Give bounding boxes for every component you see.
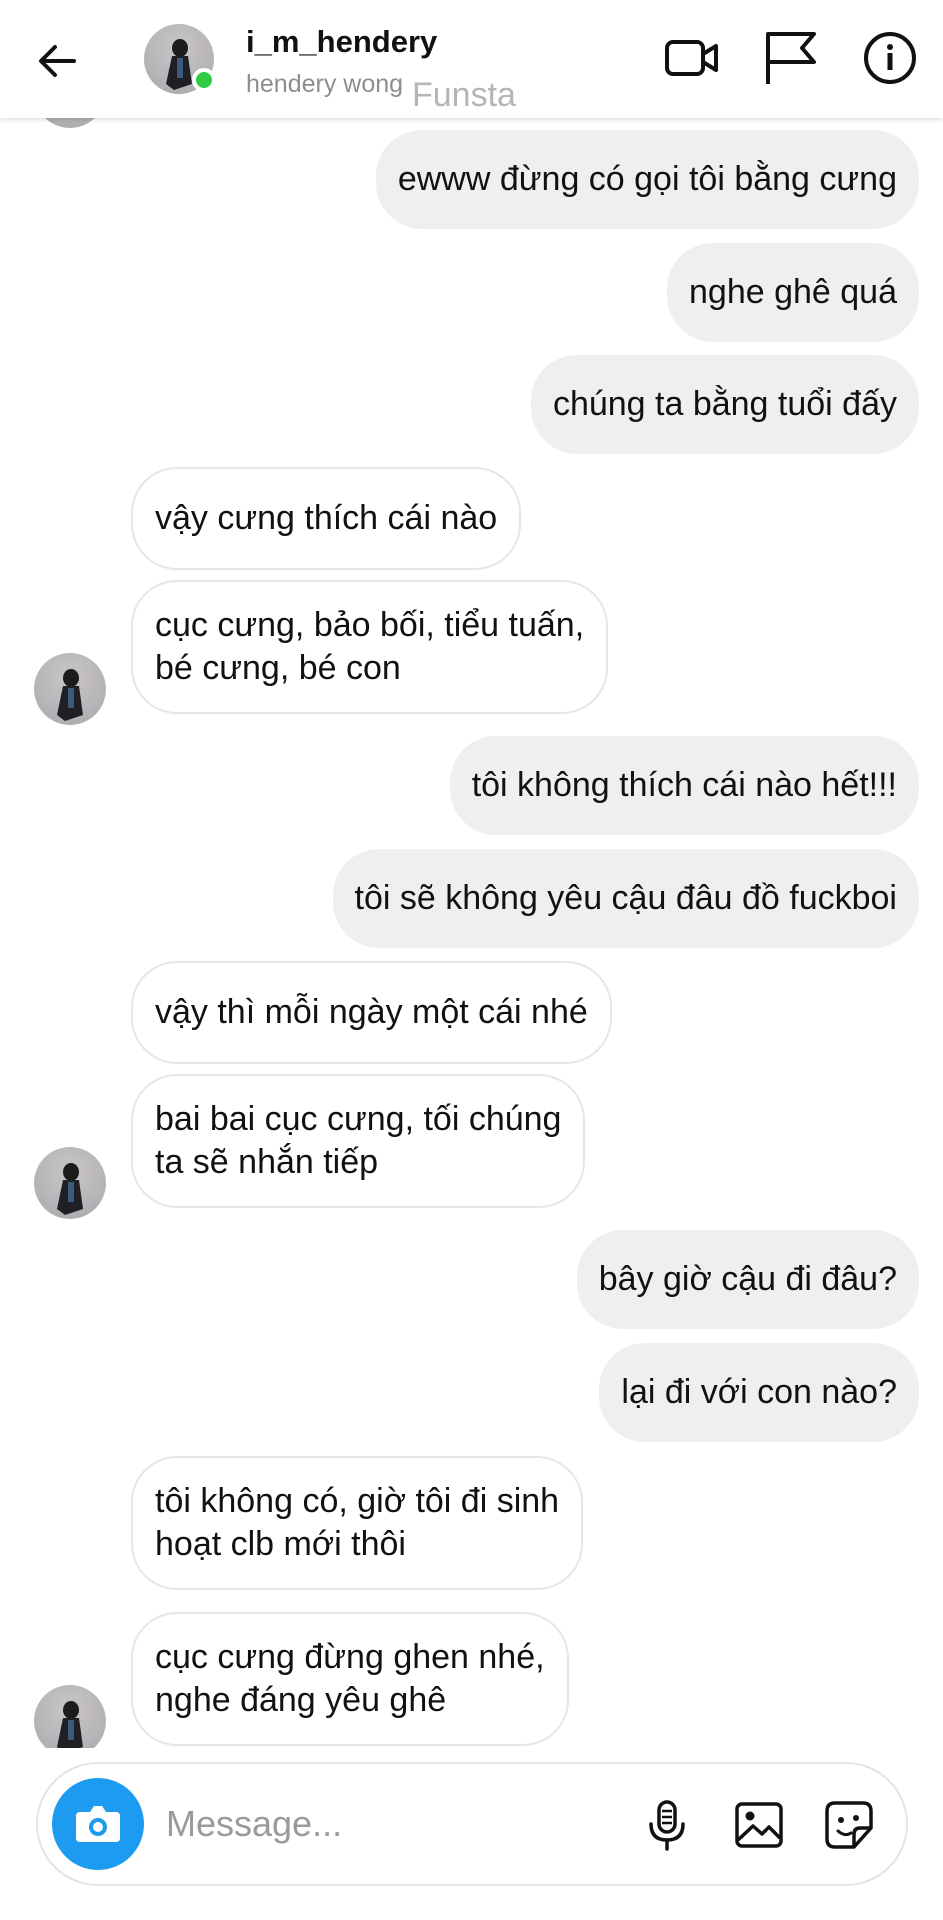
voice-message-button[interactable] bbox=[636, 1794, 698, 1856]
report-button[interactable] bbox=[758, 26, 822, 90]
message-thread[interactable]: ewww đừng có gọi tôi bằng cưng nghe ghê … bbox=[0, 118, 943, 1748]
video-call-icon bbox=[665, 40, 718, 76]
info-icon bbox=[864, 32, 916, 84]
chat-screen: i_m_hendery hendery wong Funsta ewww đừn bbox=[0, 0, 943, 1920]
contact-full-name: hendery wong bbox=[246, 70, 404, 98]
microphone-icon bbox=[649, 1800, 685, 1851]
message-bubble-incoming[interactable]: cục cưng, bảo bối, tiểu tuấn, bé cưng, b… bbox=[131, 580, 609, 714]
message-bubble-incoming[interactable]: vậy thì mỗi ngày một cái nhé bbox=[131, 961, 612, 1064]
back-arrow-icon bbox=[39, 45, 76, 77]
message-line: bé cưng, bé con bbox=[155, 649, 401, 687]
message-bubble-outgoing[interactable]: lại đi với con nào? bbox=[599, 1343, 919, 1442]
message-bubble-outgoing[interactable]: ewww đừng có gọi tôi bằng cưng bbox=[375, 130, 919, 229]
camera-icon bbox=[76, 1806, 120, 1842]
message-line: tôi không có, giờ tôi đi sinh bbox=[155, 1482, 560, 1520]
contact-username[interactable]: i_m_hendery bbox=[246, 24, 437, 60]
gallery-icon bbox=[735, 1802, 783, 1848]
message-line: ta sẽ nhắn tiếp bbox=[155, 1143, 379, 1181]
contact-avatar[interactable] bbox=[144, 24, 216, 94]
gallery-button[interactable] bbox=[728, 1794, 790, 1856]
sender-avatar[interactable] bbox=[34, 653, 106, 725]
message-line: hoạt clb mới thôi bbox=[155, 1525, 406, 1563]
camera-button[interactable] bbox=[52, 1778, 144, 1870]
info-button[interactable] bbox=[858, 26, 922, 90]
message-bubble-incoming[interactable]: bai bai cục cưng, tối chúng ta sẽ nhắn t… bbox=[131, 1074, 586, 1208]
message-line: cục cưng, bảo bối, tiểu tuấn, bbox=[155, 606, 585, 644]
sender-avatar bbox=[34, 118, 106, 128]
message-bubble-outgoing[interactable]: nghe ghê quá bbox=[667, 243, 919, 342]
message-line: nghe đáng yêu ghê bbox=[155, 1681, 447, 1719]
message-composer bbox=[36, 1762, 908, 1886]
sender-avatar[interactable] bbox=[34, 1147, 106, 1219]
watermark-text: Funsta bbox=[412, 76, 516, 114]
message-input[interactable] bbox=[166, 1798, 506, 1850]
message-line: cục cưng đừng ghen nhé, bbox=[155, 1638, 545, 1676]
chat-header: i_m_hendery hendery wong Funsta bbox=[0, 0, 943, 118]
message-bubble-incoming[interactable]: vậy cưng thích cái nào bbox=[131, 467, 522, 570]
message-bubble-outgoing[interactable]: tôi sẽ không yêu cậu đâu đồ fuckboi bbox=[332, 849, 919, 948]
sticker-button[interactable] bbox=[818, 1794, 880, 1856]
back-button[interactable] bbox=[30, 34, 84, 88]
message-bubble-incoming[interactable]: cục cưng đừng ghen nhé, nghe đáng yêu gh… bbox=[131, 1612, 569, 1746]
flag-icon bbox=[766, 32, 816, 84]
message-bubble-incoming[interactable]: tôi không có, giờ tôi đi sinh hoạt clb m… bbox=[131, 1456, 584, 1590]
message-bubble-outgoing[interactable]: chúng ta bằng tuổi đấy bbox=[530, 355, 919, 454]
message-bubble-outgoing[interactable]: tôi không thích cái nào hết!!! bbox=[449, 736, 919, 835]
sender-avatar[interactable] bbox=[34, 1685, 106, 1748]
online-status-dot bbox=[192, 68, 216, 92]
message-line: bai bai cục cưng, tối chúng bbox=[155, 1100, 562, 1138]
sticker-icon bbox=[825, 1801, 873, 1849]
video-call-button[interactable] bbox=[660, 26, 724, 90]
message-bubble-outgoing[interactable]: bây giờ cậu đi đâu? bbox=[576, 1230, 919, 1329]
